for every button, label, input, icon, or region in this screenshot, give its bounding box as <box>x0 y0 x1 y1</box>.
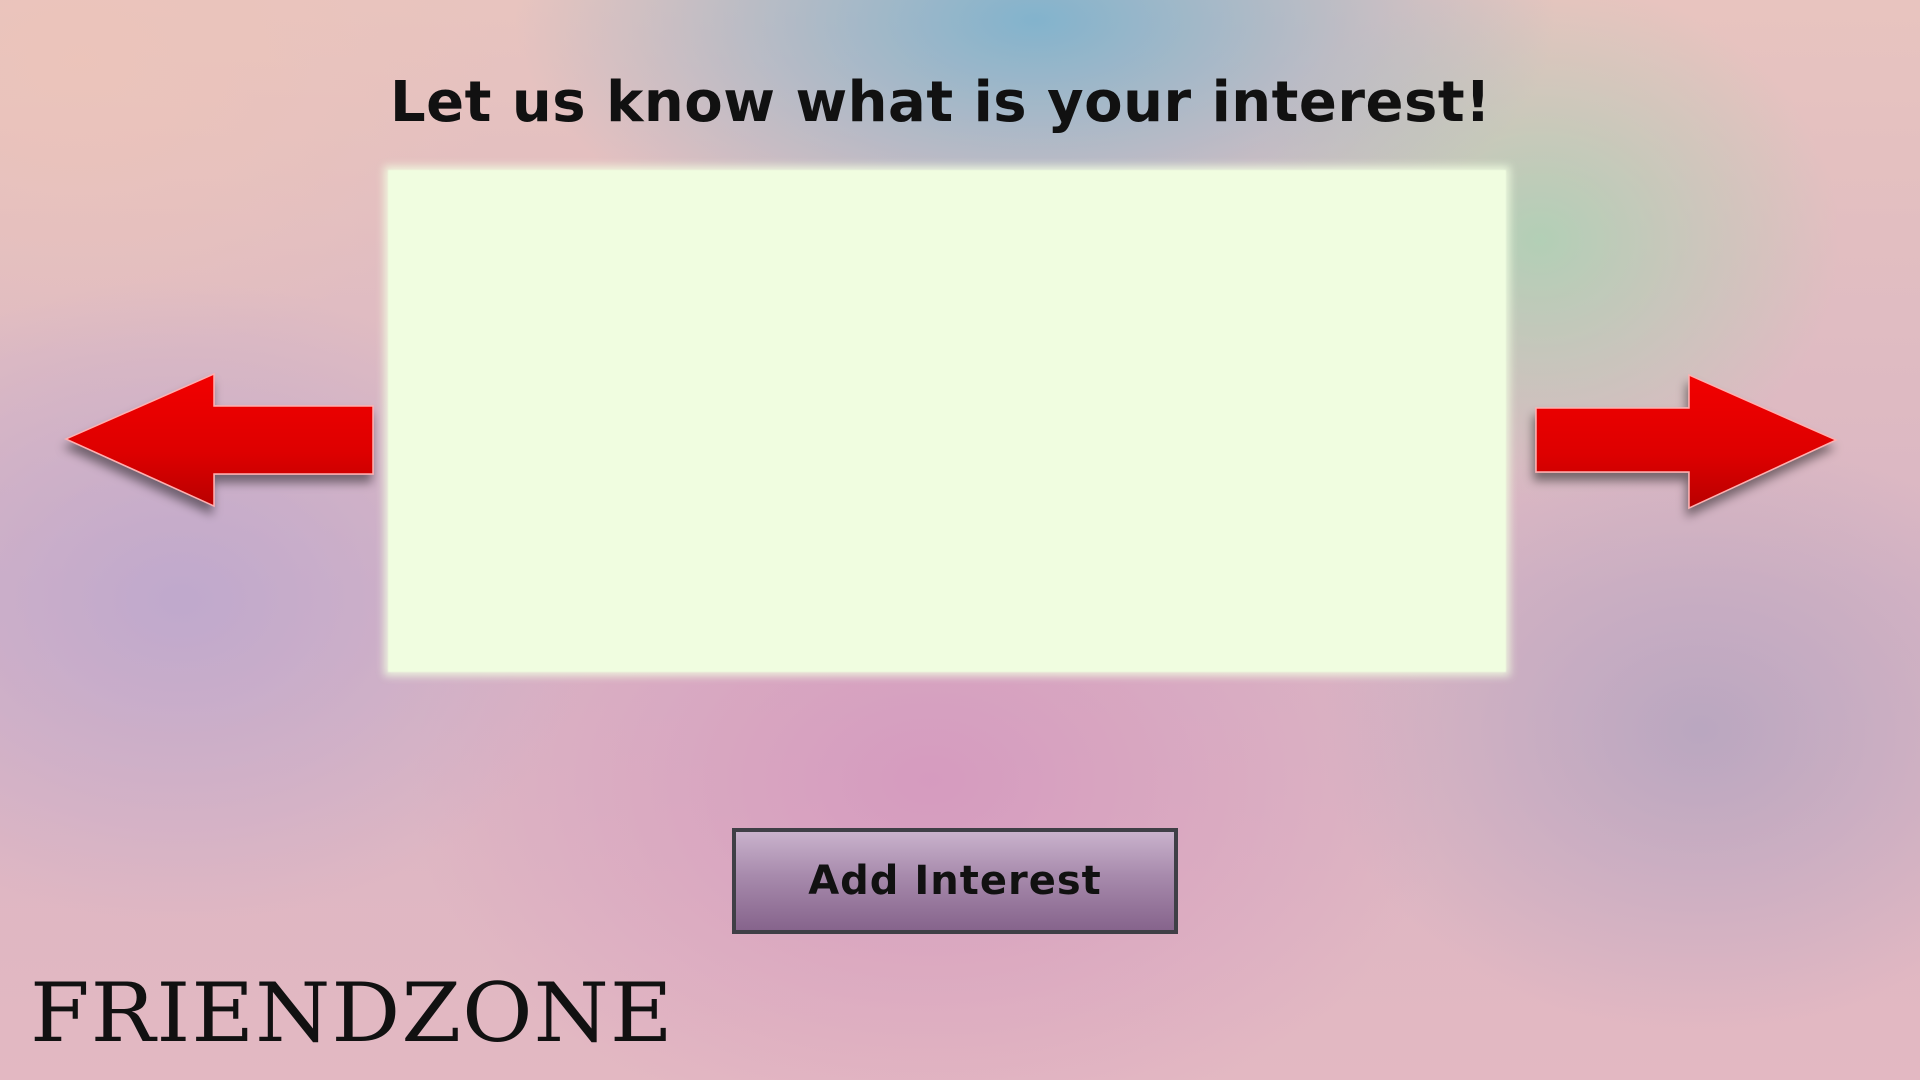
interest-display-panel <box>388 170 1506 672</box>
next-arrow-button[interactable] <box>1534 372 1844 512</box>
arrow-left-icon <box>64 372 374 508</box>
add-interest-button[interactable]: Add Interest <box>732 828 1178 934</box>
brand-logo: FRIENDZONE <box>30 966 674 1061</box>
previous-arrow-button[interactable] <box>64 372 376 512</box>
page-title: Let us know what is your interest! <box>390 70 1492 135</box>
arrow-right-icon <box>1535 373 1838 510</box>
